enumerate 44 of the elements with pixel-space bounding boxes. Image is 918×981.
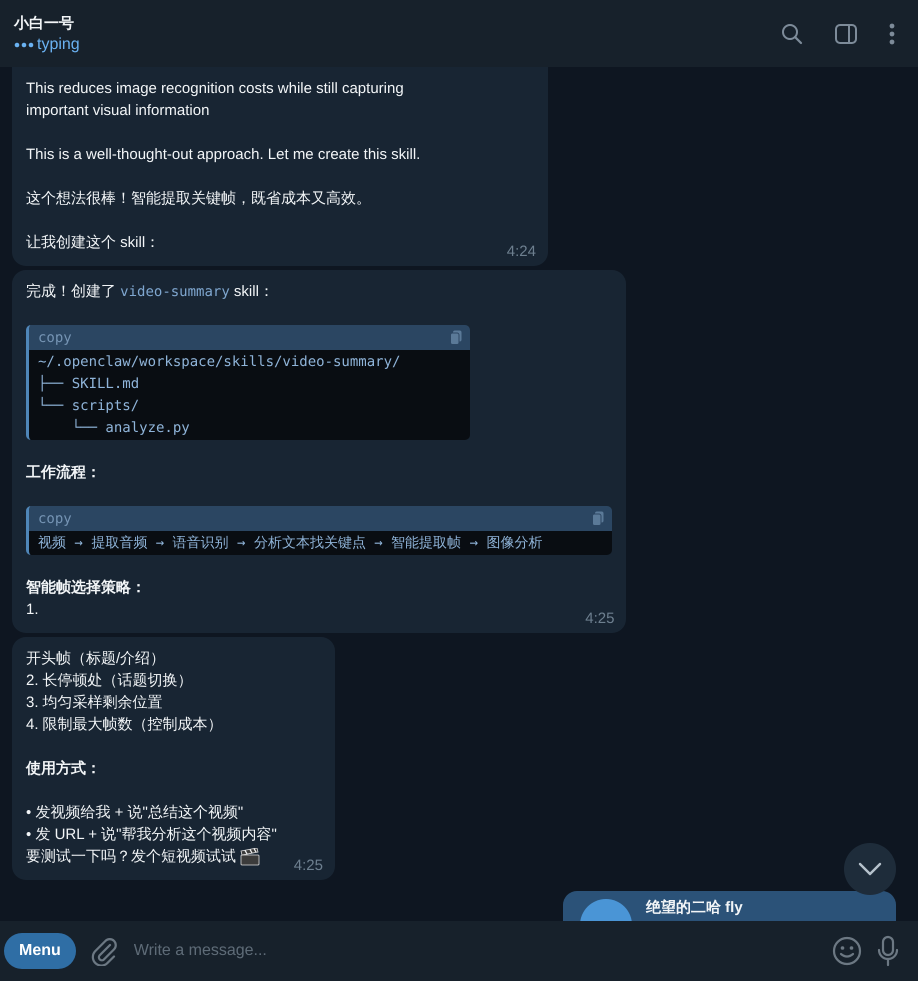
code-line: ├── SKILL.md [38,374,140,394]
message-input[interactable]: Write a message... [132,941,818,961]
more-menu-icon[interactable] [888,22,896,46]
message-text: 使用方式： [26,759,101,779]
message-text: • 发 URL + 说"帮我分析这个视频内容" [26,825,277,845]
search-icon[interactable] [780,22,804,46]
chevron-down-icon [858,862,882,876]
message-text: important visual information [26,101,210,121]
menu-button[interactable]: Menu [4,933,76,969]
microphone-icon[interactable] [876,935,900,967]
message-time: 4:25 [585,609,614,629]
code-line: ~/.openclaw/workspace/skills/video-summary/ [38,353,400,372]
copy-icon[interactable] [450,330,462,345]
code-line: 视频 → 提取音频 → 语音识别 → 分析文本找关键点 → 智能提取帧 → 图像分析 [38,534,542,553]
message-text: 2. 长停顿处（话题切换） [26,671,193,691]
emoji-icon[interactable] [832,936,862,966]
message-text: 这个想法很棒！智能提取关键帧，既省成本又高效。 [26,189,371,209]
message-text: This is a well-thought-out approach. Let me create this skill. [26,145,420,165]
paperclip-icon[interactable] [90,936,118,966]
chat-title: 小白一号 [14,14,75,32]
sender-name: 绝望的二哈 fly [646,899,743,916]
copy-button[interactable]: copy [38,326,72,348]
message-time: 4:24 [506,242,536,262]
message-text: 完成！创建了 video-summary skill： [26,282,274,302]
message-text: 1. [26,600,39,620]
message-text: • 发视频给我 + 说"总结这个视频" [26,803,244,823]
message-text: 工作流程： [26,463,101,483]
code-line: └── analyze.py [70,418,191,438]
clapperboard-icon [240,848,260,866]
message-text: 让我创建这个 skill： [26,233,160,253]
message-text: 开头帧（标题/介绍） [26,649,166,669]
copy-button[interactable]: copy [38,508,72,530]
message-time: 4:25 [294,856,323,876]
typing-dots-icon [14,42,34,48]
message-text: 要测试一下吗？发个短视频试试 [26,847,236,867]
message-text: 智能帧选择策略： [26,578,146,598]
typing-status: typing [37,36,80,54]
scroll-down-button[interactable] [844,843,896,895]
message-text: 3. 均匀采样剩余位置 [26,693,163,713]
code-line: └── scripts/ [38,396,140,416]
message-text: 4. 限制最大帧数（控制成本） [26,715,223,735]
sidebar-toggle-icon[interactable] [834,22,858,44]
message-text: This reduces image recognition costs while still capturing [26,79,404,99]
copy-icon[interactable] [592,511,604,526]
